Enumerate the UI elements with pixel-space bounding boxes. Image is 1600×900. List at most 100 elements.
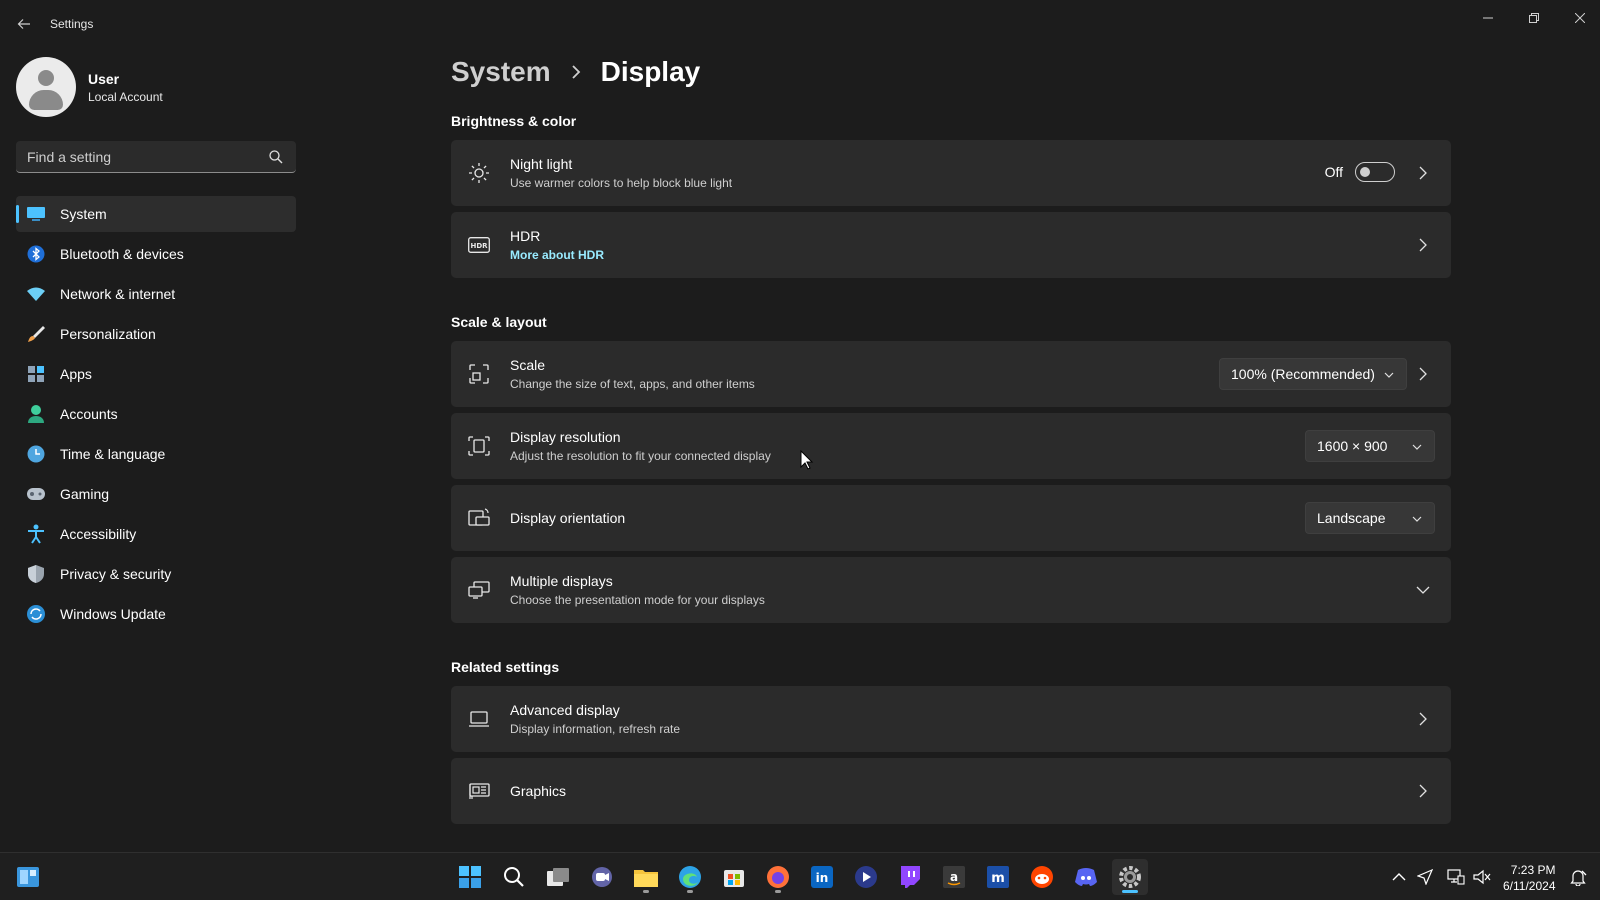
arrow-left-icon bbox=[17, 19, 30, 29]
svg-text:HDR: HDR bbox=[470, 242, 488, 250]
taskbar-media-player[interactable] bbox=[848, 859, 884, 895]
taskbar-twitch[interactable] bbox=[892, 859, 928, 895]
taskbar-chat[interactable] bbox=[584, 859, 620, 895]
gamepad-icon bbox=[26, 484, 46, 504]
taskbar-firefox[interactable] bbox=[760, 859, 796, 895]
sidebar-item-accessibility[interactable]: Accessibility bbox=[16, 516, 296, 552]
sidebar-item-personalization[interactable]: Personalization bbox=[16, 316, 296, 352]
search-input[interactable] bbox=[16, 141, 256, 172]
display-orientation-card[interactable]: Display orientation Landscape bbox=[451, 485, 1451, 551]
sidebar-item-time-language[interactable]: Time & language bbox=[16, 436, 296, 472]
scale-dropdown[interactable]: 100% (Recommended) bbox=[1219, 358, 1407, 390]
display-resolution-dropdown[interactable]: 1600 × 900 bbox=[1305, 430, 1435, 462]
sidebar-item-gaming[interactable]: Gaming bbox=[16, 476, 296, 512]
user-profile[interactable]: User Local Account bbox=[16, 57, 163, 117]
sidebar-item-privacy[interactable]: Privacy & security bbox=[16, 556, 296, 592]
brightness-icon bbox=[467, 162, 491, 184]
back-button[interactable] bbox=[12, 12, 36, 36]
graphics-card-icon bbox=[467, 780, 491, 802]
wifi-icon bbox=[26, 284, 46, 304]
page-title: Display bbox=[600, 56, 701, 87]
taskbar-linkedin[interactable]: in bbox=[804, 859, 840, 895]
section-title-related: Related settings bbox=[451, 659, 560, 675]
taskbar-edge[interactable] bbox=[672, 859, 708, 895]
sidebar-item-label: Apps bbox=[60, 366, 92, 382]
advanced-display-title: Advanced display bbox=[510, 702, 620, 718]
chevron-down-icon bbox=[1412, 444, 1422, 450]
hdr-title: HDR bbox=[510, 228, 541, 244]
graphics-title: Graphics bbox=[510, 783, 567, 799]
sidebar-item-windows-update[interactable]: Windows Update bbox=[16, 596, 296, 632]
display-resolution-card[interactable]: Display resolution Adjust the resolution… bbox=[451, 413, 1451, 479]
scale-dropdown-value: 100% (Recommended) bbox=[1231, 366, 1375, 382]
minimize-button[interactable] bbox=[1465, 4, 1511, 32]
close-icon bbox=[1575, 13, 1585, 23]
shield-icon bbox=[26, 564, 46, 584]
taskbar-discord[interactable] bbox=[1068, 859, 1104, 895]
hdr-card[interactable]: HDR HDR More about HDR bbox=[451, 212, 1451, 278]
graphics-card[interactable]: Graphics bbox=[451, 758, 1451, 824]
linkedin-icon: in bbox=[811, 866, 833, 888]
scale-icon bbox=[467, 363, 491, 385]
taskbar-reddit[interactable] bbox=[1024, 859, 1060, 895]
night-light-toggle-label: Off bbox=[1324, 164, 1343, 180]
advanced-display-card[interactable]: Advanced display Display information, re… bbox=[451, 686, 1451, 752]
volume-muted-icon bbox=[1473, 869, 1491, 885]
scale-card[interactable]: Scale Change the size of text, apps, and… bbox=[451, 341, 1451, 407]
chevron-right-icon[interactable] bbox=[1415, 165, 1431, 181]
taskbar-task-view[interactable] bbox=[540, 859, 576, 895]
chevron-right-icon[interactable] bbox=[1415, 237, 1431, 253]
night-light-card[interactable]: Night light Use warmer colors to help bl… bbox=[451, 140, 1451, 206]
m-app-icon: m bbox=[987, 866, 1009, 888]
chat-icon bbox=[592, 867, 612, 887]
taskbar-clock[interactable]: 7:23 PM 6/11/2024 bbox=[1503, 862, 1556, 894]
chevron-right-icon[interactable] bbox=[1415, 366, 1431, 382]
chevron-right-icon[interactable] bbox=[1415, 711, 1431, 727]
notification-button[interactable] bbox=[1568, 867, 1588, 887]
sidebar-item-apps[interactable]: Apps bbox=[16, 356, 296, 392]
media-player-icon bbox=[855, 866, 877, 888]
sidebar-item-label: Windows Update bbox=[60, 606, 166, 622]
taskbar-m-app[interactable]: m bbox=[980, 859, 1016, 895]
chevron-down-icon bbox=[1412, 516, 1422, 522]
taskbar-file-explorer[interactable] bbox=[628, 859, 664, 895]
widgets-icon bbox=[17, 867, 39, 887]
taskbar-start[interactable] bbox=[452, 859, 488, 895]
multiple-displays-card[interactable]: Multiple displays Choose the presentatio… bbox=[451, 557, 1451, 623]
sidebar-item-label: Bluetooth & devices bbox=[60, 246, 184, 262]
chevron-down-icon bbox=[1384, 372, 1394, 378]
hdr-more-link[interactable]: More about HDR bbox=[510, 248, 604, 262]
accessibility-icon bbox=[26, 524, 46, 544]
taskbar-store[interactable] bbox=[716, 859, 752, 895]
hdr-icon: HDR bbox=[467, 234, 491, 256]
close-button[interactable] bbox=[1557, 4, 1600, 32]
tray-location[interactable] bbox=[1415, 867, 1435, 887]
sidebar-item-network[interactable]: Network & internet bbox=[16, 276, 296, 312]
section-title-scale-layout: Scale & layout bbox=[451, 314, 547, 330]
taskbar-settings[interactable] bbox=[1112, 859, 1148, 895]
tray-volume[interactable] bbox=[1472, 867, 1492, 887]
display-orientation-dropdown[interactable]: Landscape bbox=[1305, 502, 1435, 534]
sidebar-item-system[interactable]: System bbox=[16, 196, 296, 232]
chevron-right-icon bbox=[571, 65, 580, 79]
sidebar-nav: System Bluetooth & devices Network & int… bbox=[16, 196, 296, 636]
taskbar-search[interactable] bbox=[496, 859, 532, 895]
taskbar-amazon[interactable]: a bbox=[936, 859, 972, 895]
breadcrumb-parent[interactable]: System bbox=[451, 56, 551, 88]
chevron-right-icon[interactable] bbox=[1415, 783, 1431, 799]
settings-gear-icon bbox=[1119, 866, 1141, 888]
search-icon[interactable] bbox=[268, 149, 284, 165]
show-hidden-icons-button[interactable] bbox=[1389, 867, 1409, 887]
night-light-toggle[interactable] bbox=[1355, 162, 1395, 182]
search-icon bbox=[504, 867, 524, 887]
chevron-down-icon[interactable] bbox=[1415, 582, 1431, 598]
reddit-icon bbox=[1031, 866, 1053, 888]
task-view-icon bbox=[547, 868, 569, 886]
sidebar-item-bluetooth[interactable]: Bluetooth & devices bbox=[16, 236, 296, 272]
restore-button[interactable] bbox=[1511, 4, 1557, 32]
sidebar-item-accounts[interactable]: Accounts bbox=[16, 396, 296, 432]
tray-network[interactable] bbox=[1446, 867, 1466, 887]
widgets-button[interactable] bbox=[10, 859, 46, 895]
start-icon bbox=[459, 866, 481, 888]
section-title-brightness: Brightness & color bbox=[451, 113, 577, 129]
